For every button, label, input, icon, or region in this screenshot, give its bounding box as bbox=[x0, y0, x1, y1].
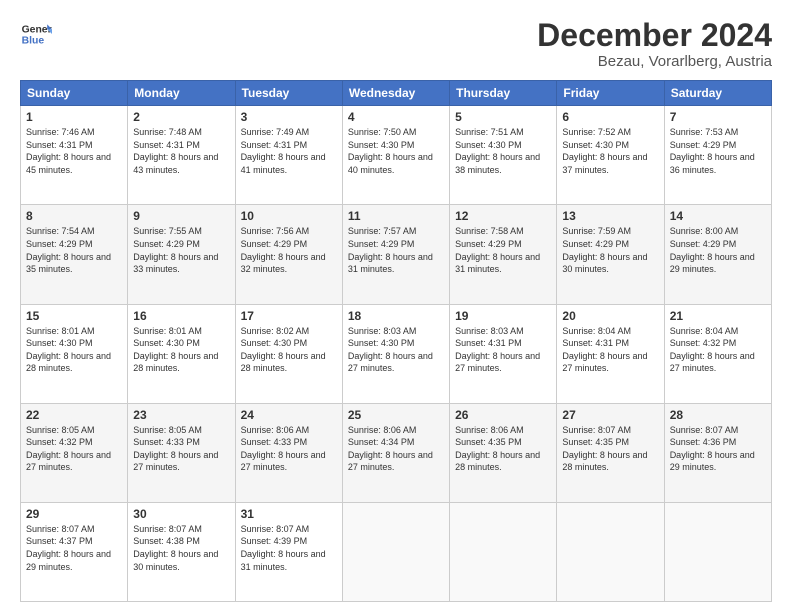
day-4: 4 Sunrise: 7:50 AMSunset: 4:30 PMDayligh… bbox=[342, 106, 449, 205]
week-row-5: 29 Sunrise: 8:07 AMSunset: 4:37 PMDaylig… bbox=[21, 502, 772, 601]
day-3: 3 Sunrise: 7:49 AMSunset: 4:31 PMDayligh… bbox=[235, 106, 342, 205]
day-7: 7 Sunrise: 7:53 AMSunset: 4:29 PMDayligh… bbox=[664, 106, 771, 205]
day-8: 8 Sunrise: 7:54 AMSunset: 4:29 PMDayligh… bbox=[21, 205, 128, 304]
col-monday: Monday bbox=[128, 81, 235, 106]
day-27: 27 Sunrise: 8:07 AMSunset: 4:35 PMDaylig… bbox=[557, 403, 664, 502]
day-6: 6 Sunrise: 7:52 AMSunset: 4:30 PMDayligh… bbox=[557, 106, 664, 205]
day-1: 1 Sunrise: 7:46 AMSunset: 4:31 PMDayligh… bbox=[21, 106, 128, 205]
col-wednesday: Wednesday bbox=[342, 81, 449, 106]
empty-cell-1 bbox=[342, 502, 449, 601]
day-5: 5 Sunrise: 7:51 AMSunset: 4:30 PMDayligh… bbox=[450, 106, 557, 205]
empty-cell-4 bbox=[664, 502, 771, 601]
empty-cell-2 bbox=[450, 502, 557, 601]
calendar: Sunday Monday Tuesday Wednesday Thursday… bbox=[20, 80, 772, 602]
col-thursday: Thursday bbox=[450, 81, 557, 106]
empty-cell-3 bbox=[557, 502, 664, 601]
day-28: 28 Sunrise: 8:07 AMSunset: 4:36 PMDaylig… bbox=[664, 403, 771, 502]
day-17: 17 Sunrise: 8:02 AMSunset: 4:30 PMDaylig… bbox=[235, 304, 342, 403]
col-sunday: Sunday bbox=[21, 81, 128, 106]
week-row-1: 1 Sunrise: 7:46 AMSunset: 4:31 PMDayligh… bbox=[21, 106, 772, 205]
header: General Blue December 2024 Bezau, Vorarl… bbox=[20, 18, 772, 70]
day-18: 18 Sunrise: 8:03 AMSunset: 4:30 PMDaylig… bbox=[342, 304, 449, 403]
page: General Blue December 2024 Bezau, Vorarl… bbox=[0, 0, 792, 612]
title-block: December 2024 Bezau, Vorarlberg, Austria bbox=[537, 18, 772, 70]
svg-text:Blue: Blue bbox=[22, 36, 45, 47]
subtitle: Bezau, Vorarlberg, Austria bbox=[537, 53, 772, 70]
col-saturday: Saturday bbox=[664, 81, 771, 106]
day-10: 10 Sunrise: 7:56 AMSunset: 4:29 PMDaylig… bbox=[235, 205, 342, 304]
day-9: 9 Sunrise: 7:55 AMSunset: 4:29 PMDayligh… bbox=[128, 205, 235, 304]
week-row-3: 15 Sunrise: 8:01 AMSunset: 4:30 PMDaylig… bbox=[21, 304, 772, 403]
day-29: 29 Sunrise: 8:07 AMSunset: 4:37 PMDaylig… bbox=[21, 502, 128, 601]
day-23: 23 Sunrise: 8:05 AMSunset: 4:33 PMDaylig… bbox=[128, 403, 235, 502]
day-24: 24 Sunrise: 8:06 AMSunset: 4:33 PMDaylig… bbox=[235, 403, 342, 502]
calendar-header-row: Sunday Monday Tuesday Wednesday Thursday… bbox=[21, 81, 772, 106]
logo: General Blue bbox=[20, 18, 52, 50]
main-title: December 2024 bbox=[537, 18, 772, 53]
day-12: 12 Sunrise: 7:58 AMSunset: 4:29 PMDaylig… bbox=[450, 205, 557, 304]
day-19: 19 Sunrise: 8:03 AMSunset: 4:31 PMDaylig… bbox=[450, 304, 557, 403]
day-30: 30 Sunrise: 8:07 AMSunset: 4:38 PMDaylig… bbox=[128, 502, 235, 601]
day-14: 14 Sunrise: 8:00 AMSunset: 4:29 PMDaylig… bbox=[664, 205, 771, 304]
logo-icon: General Blue bbox=[20, 18, 52, 50]
col-tuesday: Tuesday bbox=[235, 81, 342, 106]
day-13: 13 Sunrise: 7:59 AMSunset: 4:29 PMDaylig… bbox=[557, 205, 664, 304]
week-row-4: 22 Sunrise: 8:05 AMSunset: 4:32 PMDaylig… bbox=[21, 403, 772, 502]
day-22: 22 Sunrise: 8:05 AMSunset: 4:32 PMDaylig… bbox=[21, 403, 128, 502]
day-21: 21 Sunrise: 8:04 AMSunset: 4:32 PMDaylig… bbox=[664, 304, 771, 403]
day-31: 31 Sunrise: 8:07 AMSunset: 4:39 PMDaylig… bbox=[235, 502, 342, 601]
day-2: 2 Sunrise: 7:48 AMSunset: 4:31 PMDayligh… bbox=[128, 106, 235, 205]
day-20: 20 Sunrise: 8:04 AMSunset: 4:31 PMDaylig… bbox=[557, 304, 664, 403]
day-16: 16 Sunrise: 8:01 AMSunset: 4:30 PMDaylig… bbox=[128, 304, 235, 403]
col-friday: Friday bbox=[557, 81, 664, 106]
day-26: 26 Sunrise: 8:06 AMSunset: 4:35 PMDaylig… bbox=[450, 403, 557, 502]
day-15: 15 Sunrise: 8:01 AMSunset: 4:30 PMDaylig… bbox=[21, 304, 128, 403]
day-25: 25 Sunrise: 8:06 AMSunset: 4:34 PMDaylig… bbox=[342, 403, 449, 502]
day-11: 11 Sunrise: 7:57 AMSunset: 4:29 PMDaylig… bbox=[342, 205, 449, 304]
week-row-2: 8 Sunrise: 7:54 AMSunset: 4:29 PMDayligh… bbox=[21, 205, 772, 304]
